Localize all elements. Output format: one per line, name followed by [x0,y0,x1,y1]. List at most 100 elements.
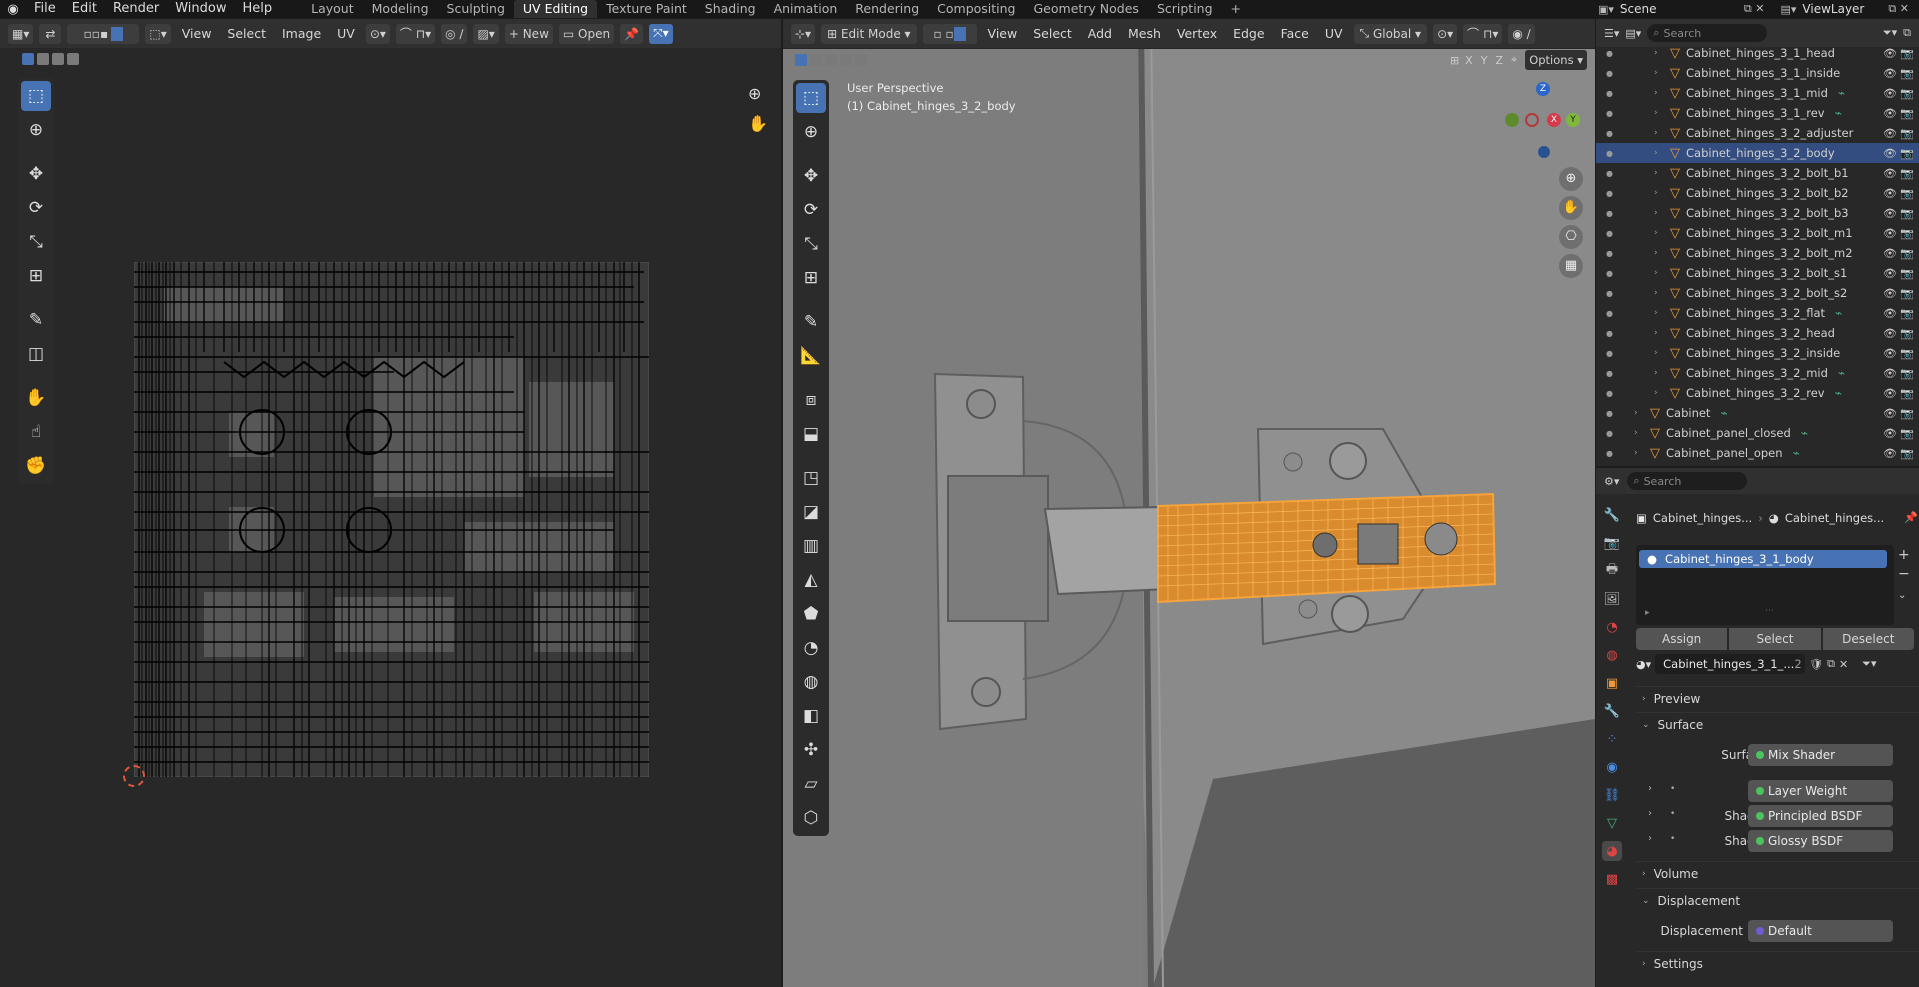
eye-icon[interactable]: 👁 [1883,327,1897,340]
visibility-checkbox-icon[interactable]: ● [1606,289,1620,298]
surface-panel-header[interactable]: ⌄ Surface [1636,712,1919,736]
mirror-x-toggle[interactable]: X [1465,54,1473,67]
cursor-tool-icon[interactable]: ⊕ [21,115,51,145]
settings-panel-header[interactable]: › Settings [1636,951,1919,975]
tool-tab-icon[interactable]: 🔧 [1602,505,1622,525]
expand-arrow-icon[interactable]: › [1634,428,1644,438]
menu-help[interactable]: Help [235,0,281,18]
new-scene-icon[interactable]: ⧉ ✕ [1744,2,1765,16]
visibility-checkbox-icon[interactable]: ● [1606,169,1620,178]
editor-type-icon[interactable]: ▦▾ [8,23,34,44]
eye-icon[interactable]: 👁 [1883,307,1897,320]
camera-render-icon[interactable]: 📷 [1900,267,1914,280]
snap-icon[interactable]: ⌒ ⊓▾ [395,23,436,44]
displacement-field[interactable]: Default [1748,920,1893,942]
viewport-area[interactable] [783,19,1595,987]
eye-icon[interactable]: 👁 [1883,167,1897,180]
object-tab-icon[interactable]: ▣ [1602,673,1622,693]
mode-selector[interactable]: ⊞ Edit Mode ▾ [821,23,917,44]
camera-render-icon[interactable]: 📷 [1900,167,1914,180]
filter-icon[interactable]: ⏷▾ [1883,26,1897,40]
gizmo-neg-x-axis[interactable] [1525,113,1539,127]
vp-inset-icon[interactable]: ◳ [796,463,826,493]
image-browse-icon[interactable]: ▨▾ [473,23,499,44]
visibility-checkbox-icon[interactable]: ● [1606,209,1620,218]
camera-render-icon[interactable]: 📷 [1900,307,1914,320]
shader1-expand-icon[interactable]: › [1648,808,1652,819]
camera-render-icon[interactable]: 📷 [1900,107,1914,120]
scene-icon[interactable]: ▣▾ [1598,3,1614,16]
outliner-row[interactable]: ● › ▽ Cabinet_hinges_3_2_bolt_b3 👁 📷 [1596,203,1919,223]
menu-file[interactable]: File [26,0,64,18]
select-button[interactable]: Select [1729,628,1821,650]
eye-icon[interactable]: 👁 [1883,107,1897,120]
camera-render-icon[interactable]: 📷 [1900,187,1914,200]
2d-cursor-icon[interactable] [123,765,145,787]
outliner-row[interactable]: ● › ▽ Cabinet_hinges_3_2_body 👁 📷 [1596,143,1919,163]
surface-shader-field[interactable]: Mix Shader [1748,744,1893,766]
mesh-select-mode-icon[interactable]: ▫ ▫ [922,23,977,44]
rip-tool-icon[interactable]: ◫ [21,339,51,369]
gizmo-neg-y-axis[interactable] [1505,113,1519,127]
new-image-button[interactable]: + New [504,23,553,44]
vp-transform-icon[interactable]: ⊞ [796,263,826,293]
vp-loop-cut-icon[interactable]: ▥ [796,531,826,561]
viewport-ortho-icon[interactable]: ▦ [1559,254,1583,278]
tab-animation[interactable]: Animation [765,0,847,18]
outliner-row[interactable]: ● › ▽ Cabinet_hinges_3_2_bolt_s2 👁 📷 [1596,283,1919,303]
add-slot-button[interactable]: + [1898,547,1910,563]
tab-geometry-nodes[interactable]: Geometry Nodes [1025,0,1148,18]
volume-panel-header[interactable]: › Volume [1636,861,1919,885]
remove-slot-button[interactable]: − [1898,566,1910,582]
shader2-field[interactable]: Glossy BSDF [1748,830,1893,852]
expand-arrow-icon[interactable]: › [1654,388,1664,398]
mirror-y-toggle[interactable]: Y [1481,54,1488,67]
list-expand-icon[interactable]: ▸ [1645,608,1650,618]
outliner-editor-type-icon[interactable]: ☰▾ [1604,27,1619,40]
vp-scale-icon[interactable]: ⤡ [796,229,826,259]
camera-render-icon[interactable]: 📷 [1900,47,1914,60]
viewport-menu-edge[interactable]: Edge [1228,26,1269,41]
viewport-menu-view[interactable]: View [983,26,1023,41]
expand-arrow-icon[interactable]: › [1654,188,1664,198]
gizmo-neg-z-axis[interactable] [1538,146,1550,158]
expand-arrow-icon[interactable]: › [1654,128,1664,138]
uv-zoom-icon[interactable]: ⊕ [748,84,761,103]
material-name-field[interactable]: Cabinet_hinges_3_1_... 2 [1655,654,1806,674]
uv-menu-select[interactable]: Select [222,26,271,41]
add-workspace-icon[interactable]: + [1222,0,1250,18]
eye-icon[interactable]: 👁 [1883,87,1897,100]
transform-tool-icon[interactable]: ⊞ [21,261,51,291]
expand-arrow-icon[interactable]: › [1634,448,1644,458]
visibility-checkbox-icon[interactable]: ● [1606,329,1620,338]
expand-arrow-icon[interactable]: › [1654,308,1664,318]
outliner-row[interactable]: ● › ▽ Cabinet_hinges_3_1_rev ⌁ 👁 📷 [1596,103,1919,123]
tab-uv-editing[interactable]: UV Editing [513,0,598,18]
visibility-checkbox-icon[interactable]: ● [1606,309,1620,318]
expand-arrow-icon[interactable]: › [1654,228,1664,238]
tab-modeling[interactable]: Modeling [363,0,438,18]
material-slot-item[interactable]: ● Cabinet_hinges_3_1_body [1639,550,1887,568]
camera-render-icon[interactable]: 📷 [1900,127,1914,140]
outliner-row[interactable]: ● › ▽ Cabinet_hinges_3_2_mid ⌁ 👁 📷 [1596,363,1919,383]
camera-render-icon[interactable]: 📷 [1900,87,1914,100]
visibility-checkbox-icon[interactable]: ● [1606,129,1620,138]
proportional-editing-icon[interactable]: ◉ ∕ [1508,23,1535,44]
expand-arrow-icon[interactable]: › [1654,48,1664,58]
visibility-checkbox-icon[interactable]: ● [1606,409,1620,418]
outliner-row[interactable]: ● › ▽ Cabinet_hinges_3_1_mid ⌁ 👁 📷 [1596,83,1919,103]
node-link-icon[interactable]: ⏷▾ [1862,657,1876,671]
proportional-edit-icon[interactable]: ◎ ∕ [441,23,468,44]
visibility-checkbox-icon[interactable]: ● [1606,229,1620,238]
eye-icon[interactable]: 👁 [1883,347,1897,360]
eye-icon[interactable]: 👁 [1883,147,1897,160]
data-tab-icon[interactable]: ▽ [1602,813,1622,833]
uv-island-layout[interactable] [134,262,649,777]
uv-select-mode-icon[interactable]: ▫▫▪ [67,23,140,44]
eye-icon[interactable]: 👁 [1883,367,1897,380]
expand-arrow-icon[interactable]: › [1654,268,1664,278]
shader1-field[interactable]: Principled BSDF [1748,805,1893,827]
view-layer-tab-icon[interactable]: 🖼 [1602,589,1622,609]
viewport-menu-add[interactable]: Add [1083,26,1117,41]
outliner-row[interactable]: ● › ▽ Cabinet_hinges_3_2_inside 👁 📷 [1596,343,1919,363]
